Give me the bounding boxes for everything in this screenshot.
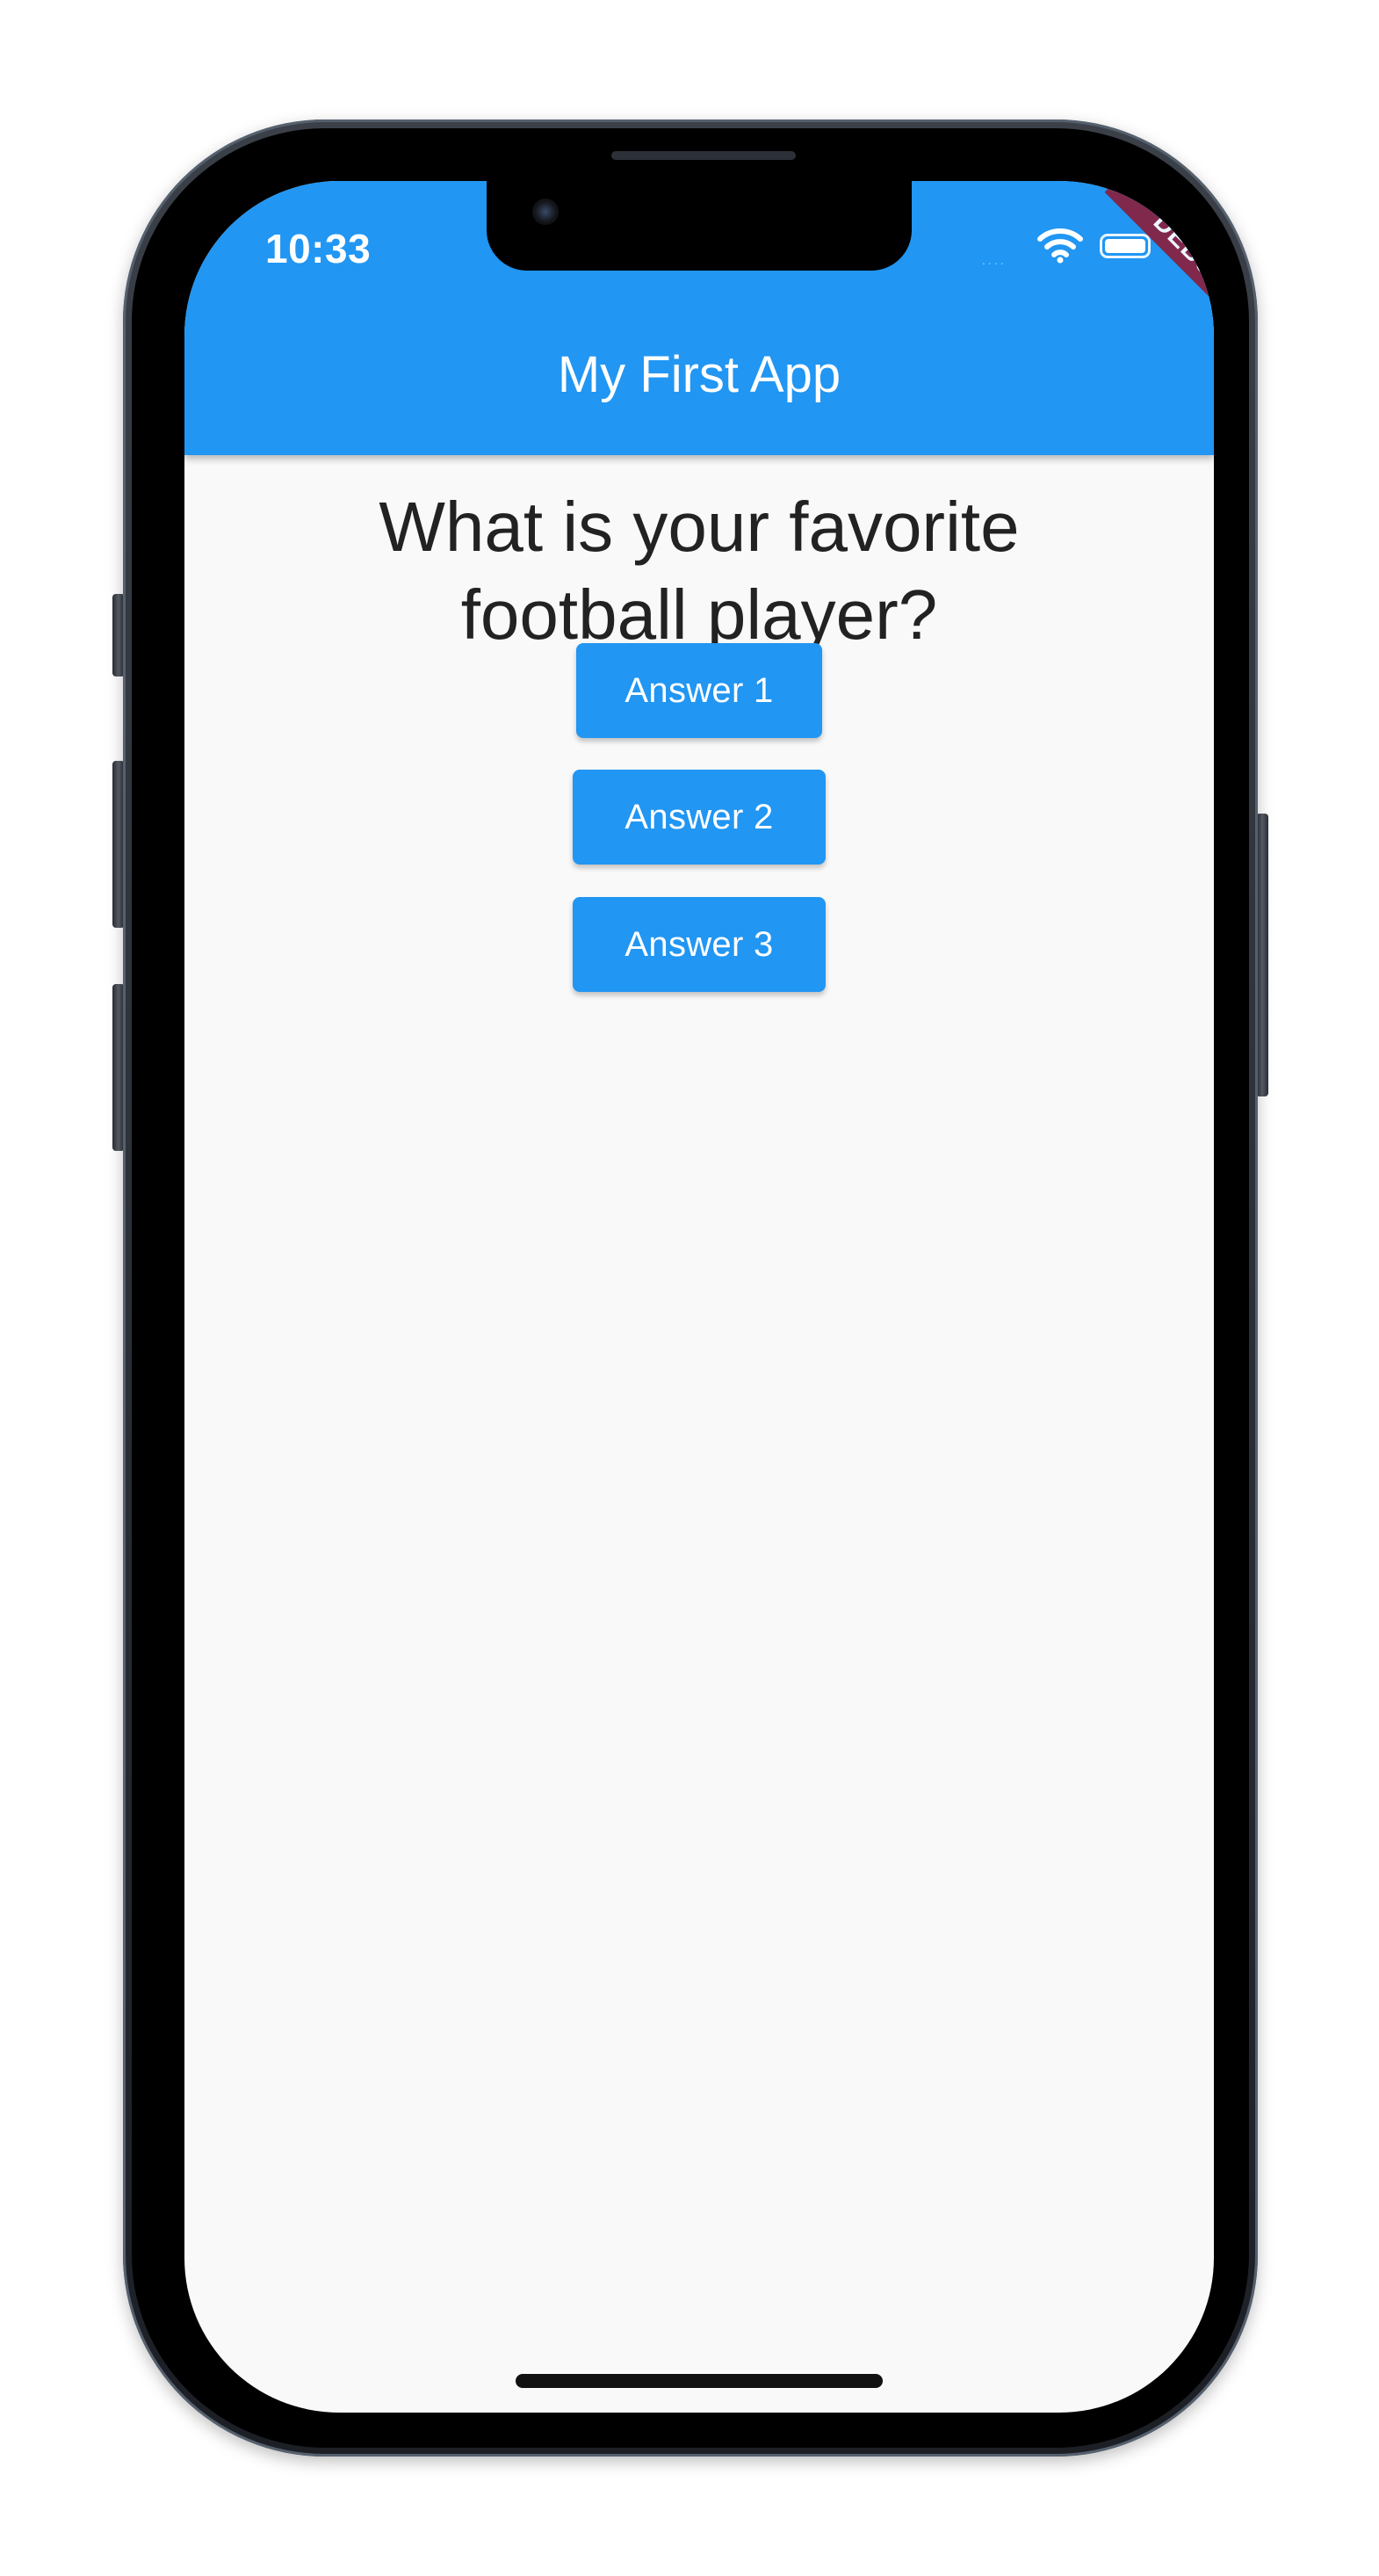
front-camera-icon <box>532 199 559 225</box>
camera-notch <box>487 181 912 271</box>
status-time: 10:33 <box>265 226 372 271</box>
speaker-slot <box>611 151 796 160</box>
battery-icon <box>1100 234 1151 258</box>
battery-level <box>1105 239 1145 253</box>
app-bar-title: My First App <box>557 346 841 403</box>
answer-1-button[interactable]: Answer 1 <box>576 643 822 738</box>
power-button <box>1256 814 1268 1096</box>
question-text: What is your favorite football player? <box>379 488 1020 654</box>
answer-2-button[interactable]: Answer 2 <box>573 770 826 865</box>
cellular-signal-icon: .... <box>982 253 1007 267</box>
phone-bezel: 10:33 .... My First App DEBUG What is yo… <box>132 128 1249 2448</box>
answer-3-button[interactable]: Answer 3 <box>573 897 826 992</box>
app-bar: 10:33 .... My First App <box>184 181 1214 455</box>
wifi-icon <box>1037 228 1083 264</box>
home-indicator[interactable] <box>516 2374 883 2388</box>
device-frame-stage: 10:33 .... My First App DEBUG What is yo… <box>0 0 1379 2576</box>
app-screen: 10:33 .... My First App DEBUG What is yo… <box>184 181 1214 2413</box>
phone-frame: 10:33 .... My First App DEBUG What is yo… <box>123 119 1258 2457</box>
